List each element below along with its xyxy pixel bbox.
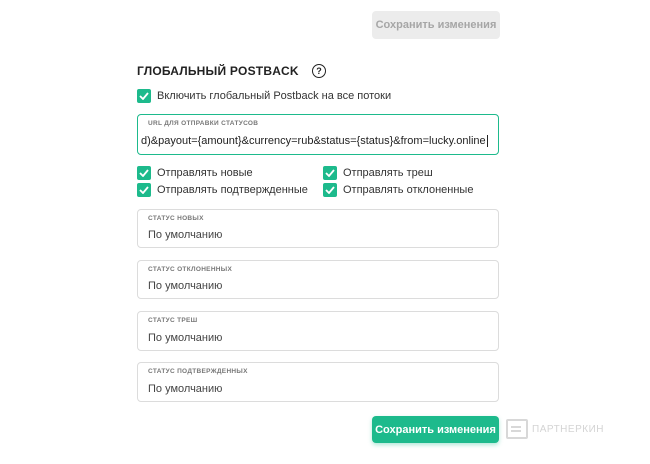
status-new-select[interactable]: СТАТУС НОВЫХ По умолчанию	[137, 209, 499, 248]
watermark: ПАРТНЕРКИН	[506, 419, 604, 439]
watermark-logo-icon	[506, 419, 528, 439]
checkmark-icon	[325, 169, 335, 177]
postback-url-label: URL ДЛЯ ОТПРАВКИ СТАТУСОВ	[148, 120, 259, 127]
checkmark-icon	[325, 186, 335, 194]
checkmark-icon	[139, 92, 149, 100]
send-approved-label: Отправлять подтвержденные	[157, 184, 308, 196]
status-rejected-select[interactable]: СТАТУС ОТКЛОНЕННЫХ По умолчанию	[137, 260, 499, 299]
status-approved-label: СТАТУС ПОДТВЕРЖДЕННЫХ	[148, 368, 248, 375]
status-rejected-value: По умолчанию	[148, 280, 223, 292]
status-rejected-label: СТАТУС ОТКЛОНЕННЫХ	[148, 266, 233, 273]
save-changes-button-top[interactable]: Сохранить изменения	[372, 11, 500, 39]
status-approved-select[interactable]: СТАТУС ПОДТВЕРЖДЕННЫХ По умолчанию	[137, 362, 499, 402]
text-cursor	[486, 135, 488, 148]
section-title: ГЛОБАЛЬНЫЙ POSTBACK	[137, 64, 299, 78]
status-trash-select[interactable]: СТАТУС ТРЕШ По умолчанию	[137, 311, 499, 351]
status-trash-value: По умолчанию	[148, 332, 223, 344]
postback-url-value: d)&payout={amount}&currency=rub&status={…	[141, 135, 486, 147]
help-icon[interactable]: ?	[312, 64, 326, 78]
send-rejected-checkbox[interactable]	[323, 183, 337, 197]
send-trash-checkbox[interactable]	[323, 166, 337, 180]
watermark-text: ПАРТНЕРКИН	[532, 423, 604, 435]
send-new-label: Отправлять новые	[157, 167, 253, 179]
send-trash-label: Отправлять треш	[343, 167, 433, 179]
send-rejected-label: Отправлять отклоненные	[343, 184, 474, 196]
status-trash-label: СТАТУС ТРЕШ	[148, 317, 198, 324]
checkmark-icon	[139, 186, 149, 194]
send-approved-checkbox[interactable]	[137, 183, 151, 197]
status-approved-value: По умолчанию	[148, 383, 223, 395]
postback-url-input[interactable]: d)&payout={amount}&currency=rub&status={…	[141, 135, 495, 148]
save-changes-button-bottom[interactable]: Сохранить изменения	[372, 416, 499, 443]
global-postback-checkbox[interactable]	[137, 89, 151, 103]
status-new-label: СТАТУС НОВЫХ	[148, 215, 204, 222]
checkmark-icon	[139, 169, 149, 177]
send-new-checkbox[interactable]	[137, 166, 151, 180]
postback-url-field[interactable]: URL ДЛЯ ОТПРАВКИ СТАТУСОВ d)&payout={amo…	[137, 114, 499, 155]
status-new-value: По умолчанию	[148, 229, 223, 241]
global-postback-label: Включить глобальный Postback на все пото…	[157, 90, 392, 102]
